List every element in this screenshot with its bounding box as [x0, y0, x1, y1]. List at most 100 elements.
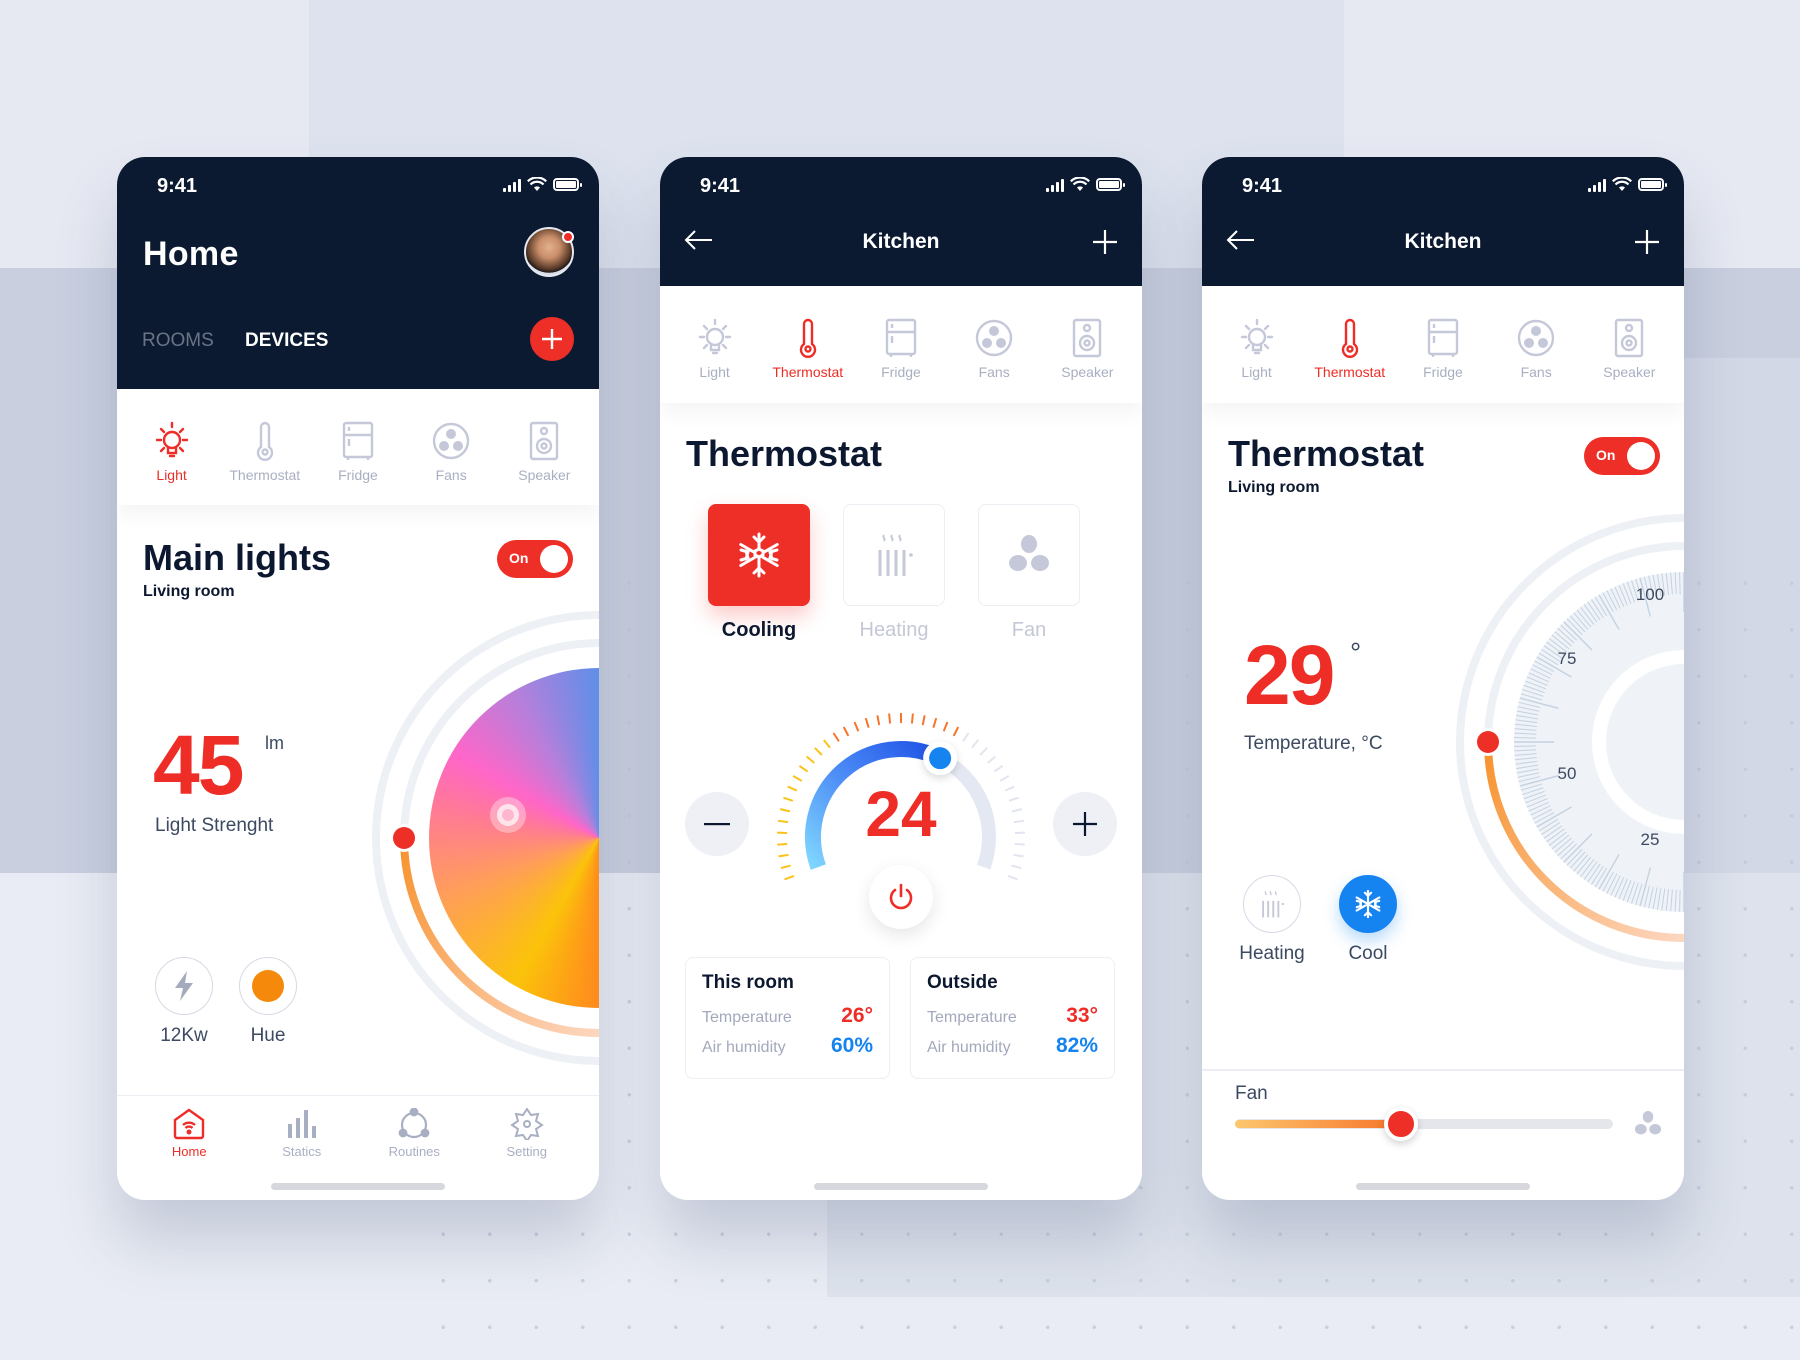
brightness-knob[interactable] — [393, 827, 415, 849]
device-tab-fridge[interactable]: Fridge — [312, 421, 404, 505]
device-tab-light[interactable]: Light — [1211, 318, 1303, 403]
device-tabs: Light Thermostat Fridge Fans Speaker — [1202, 286, 1684, 403]
power-toggle[interactable]: On — [497, 540, 573, 578]
gauge-tick — [1007, 875, 1018, 881]
speaker-icon — [1615, 318, 1644, 358]
gauge-tick — [1011, 864, 1022, 870]
device-tab-fans[interactable]: Fans — [948, 318, 1040, 403]
phone-thermostat-dial-screen: 9:41 Kitchen Light Thermostat Fridge Fan… — [1202, 157, 1684, 1200]
minus-icon — [704, 823, 730, 826]
cool-mode-button[interactable] — [1339, 875, 1397, 933]
gauge-knob[interactable] — [929, 747, 952, 770]
room-humidity: 60% — [830, 1034, 873, 1057]
slider-fill — [1235, 1120, 1402, 1128]
signal-icon — [1588, 178, 1606, 192]
tab-rooms[interactable]: ROOMS — [142, 330, 214, 352]
lightbulb-icon — [698, 318, 731, 355]
wifi-icon — [1612, 177, 1632, 191]
gauge-tick — [910, 713, 914, 724]
thermometer-icon — [1341, 318, 1358, 358]
gauge-tick — [952, 726, 960, 737]
gauge-tick — [888, 713, 892, 724]
page-title: Kitchen — [862, 230, 940, 253]
device-tab-fridge[interactable]: Fridge — [1397, 318, 1489, 403]
mode-cooling-button[interactable] — [708, 504, 810, 606]
page-title: Home — [143, 235, 239, 273]
gauge-tick — [778, 853, 789, 858]
home-indicator — [814, 1183, 988, 1190]
add-button[interactable] — [1092, 229, 1118, 260]
gauge-tick — [798, 765, 809, 773]
dial-tick — [1514, 745, 1537, 747]
device-tab-speaker[interactable]: Speaker — [1041, 318, 1133, 403]
cool-mode-label: Cool — [1348, 943, 1388, 964]
power-icon — [889, 883, 913, 910]
device-tab-speaker[interactable]: Speaker — [498, 421, 590, 505]
dial-tick — [1679, 889, 1681, 912]
wifi-icon — [1070, 177, 1090, 191]
phone-home-screen: 9:41 Home ROOMS DEVICES Light Thermostat… — [117, 157, 599, 1200]
heating-mode-button[interactable] — [1243, 875, 1301, 933]
device-tab-speaker[interactable]: Speaker — [1583, 318, 1675, 403]
mode-fan-button[interactable] — [978, 504, 1080, 606]
degree-symbol: ° — [1350, 637, 1362, 668]
dial-knob[interactable] — [1477, 731, 1499, 753]
signal-icon — [1046, 178, 1064, 192]
power-usage-button[interactable] — [155, 957, 213, 1015]
status-time: 9:41 — [700, 175, 741, 197]
gauge-tick — [864, 717, 870, 728]
speaker-icon — [1073, 318, 1102, 358]
color-wheel[interactable] — [357, 607, 599, 1087]
dial-tick — [1679, 572, 1681, 595]
decrease-button[interactable] — [685, 792, 749, 856]
home-indicator — [1356, 1183, 1530, 1190]
light-value: 45 — [153, 718, 244, 812]
power-toggle[interactable]: On — [1584, 437, 1660, 475]
gear-icon — [509, 1108, 544, 1140]
heater-icon — [878, 534, 913, 576]
slider-knob[interactable] — [1384, 1107, 1419, 1141]
device-tab-light[interactable]: Light — [126, 421, 218, 505]
avatar[interactable] — [524, 227, 574, 277]
device-tab-light[interactable]: Light — [669, 318, 761, 403]
nav-setting[interactable]: Setting — [477, 1108, 577, 1200]
device-tab-thermostat[interactable]: Thermostat — [762, 318, 854, 403]
add-button[interactable] — [1634, 229, 1660, 260]
temperature-dial[interactable]: 100 75 50 25 — [1442, 507, 1684, 977]
plus-icon — [542, 329, 562, 349]
mode-heating-button[interactable] — [843, 504, 945, 606]
dial-tick — [1514, 737, 1537, 739]
gauge-tick — [842, 726, 850, 737]
status-time: 9:41 — [157, 175, 198, 197]
device-tab-fans[interactable]: Fans — [405, 421, 497, 505]
color-picker-center — [502, 809, 514, 821]
device-tab-fridge[interactable]: Fridge — [855, 318, 947, 403]
gauge-tick — [993, 765, 1004, 773]
fan-blades-icon — [1634, 1110, 1662, 1135]
device-tabs: Light Thermostat Fridge Fans Speaker — [660, 286, 1142, 403]
card-title: Outside — [927, 972, 998, 993]
status-bar-icons — [1588, 177, 1667, 192]
divider — [1202, 1069, 1684, 1071]
add-device-button[interactable] — [530, 317, 574, 361]
battery-icon — [1638, 178, 1667, 191]
lightbulb-icon — [1240, 318, 1273, 355]
device-tab-thermostat[interactable]: Thermostat — [219, 421, 311, 505]
fan-icon — [432, 422, 470, 460]
heater-icon — [1262, 890, 1284, 918]
device-tab-thermostat[interactable]: Thermostat — [1304, 318, 1396, 403]
tab-devices[interactable]: DEVICES — [245, 330, 328, 352]
nav-home[interactable]: Home — [139, 1108, 239, 1200]
room-climate-card: This room Temperature 26° Air humidity 60% — [685, 957, 890, 1079]
gauge-tick — [806, 755, 815, 764]
hue-button[interactable] — [239, 957, 297, 1015]
power-button[interactable] — [869, 865, 933, 929]
increase-button[interactable] — [1053, 792, 1117, 856]
plus-icon — [1073, 812, 1097, 836]
section-title: Thermostat — [1228, 433, 1425, 474]
plus-icon — [1635, 230, 1659, 254]
device-tab-fans[interactable]: Fans — [1490, 318, 1582, 403]
gauge-tick — [853, 721, 860, 732]
wifi-icon — [527, 177, 547, 191]
heating-mode-label: Heating — [1239, 943, 1305, 964]
